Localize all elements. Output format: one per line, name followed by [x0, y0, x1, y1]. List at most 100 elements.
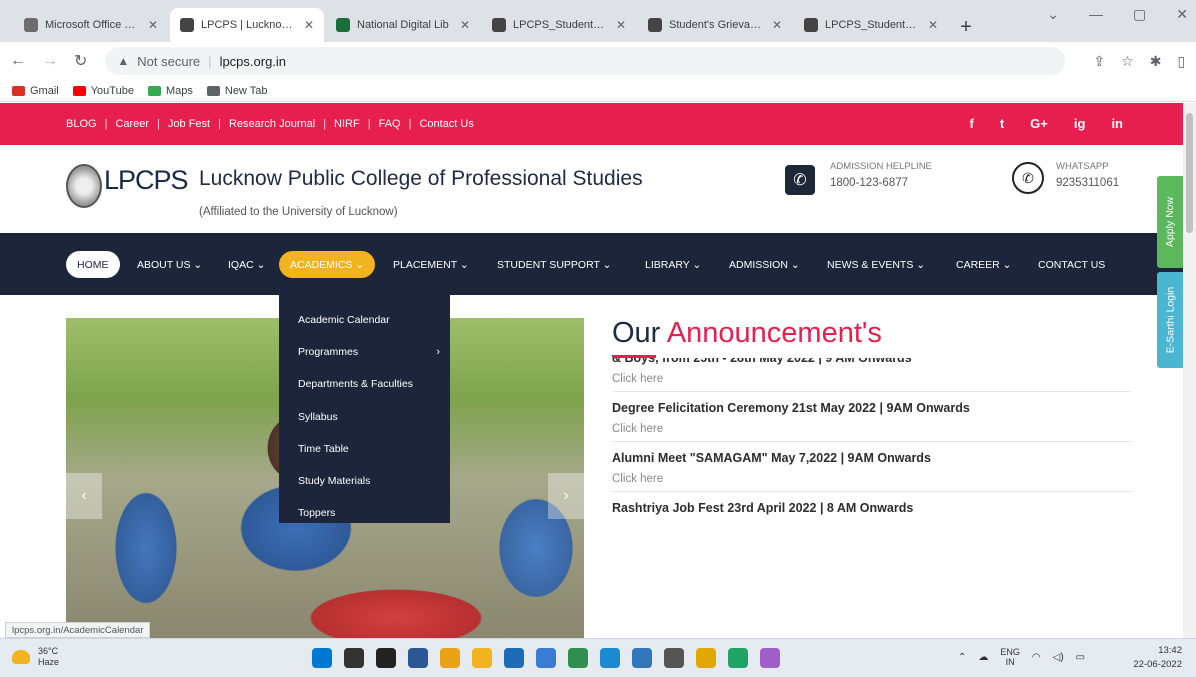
college-emblem-logo[interactable] — [66, 164, 102, 208]
tab-close-icon[interactable]: ✕ — [772, 18, 782, 32]
dropdown-item[interactable]: Syllabus — [279, 401, 450, 433]
page-scrollbar[interactable] — [1183, 103, 1196, 638]
dropdown-item[interactable]: Academic Calendar — [279, 304, 450, 336]
tab-close-icon[interactable]: ✕ — [928, 18, 938, 32]
dropdown-item[interactable]: Time Table — [279, 433, 450, 465]
slider-next-button[interactable]: › — [548, 473, 584, 519]
taskbar-app-icon[interactable] — [472, 648, 492, 668]
browser-tab[interactable]: Microsoft Office Ess ✕ — [14, 8, 168, 42]
browser-tab[interactable]: National Digital Lib ✕ — [326, 8, 480, 42]
nav-item[interactable]: LIBRARY ⌄ — [634, 251, 712, 278]
instagram-icon[interactable]: ig — [1074, 116, 1086, 131]
taskbar-app-icon[interactable] — [312, 648, 332, 668]
forward-icon[interactable]: → — [42, 52, 58, 70]
dropdown-item[interactable]: Programmes › — [279, 336, 450, 368]
back-icon[interactable]: ← — [10, 52, 26, 70]
taskbar-app-icon[interactable] — [536, 648, 556, 668]
maximize-icon[interactable]: ▢ — [1133, 6, 1146, 23]
nav-item[interactable]: HOME — [66, 251, 120, 278]
clock[interactable]: 13:42 22-06-2022 — [1133, 644, 1182, 672]
nav-item[interactable]: IQAC ⌄ — [217, 251, 276, 278]
nav-item[interactable]: ADMISSION ⌄ — [718, 251, 811, 278]
esarthi-login-button[interactable]: E-Sarthi Login — [1157, 272, 1183, 368]
taskbar-app-icon[interactable] — [344, 648, 364, 668]
taskbar-app-icon[interactable] — [696, 648, 716, 668]
top-link[interactable]: NIRF — [326, 118, 368, 130]
browser-tab[interactable]: LPCPS_Students_Fe ✕ — [482, 8, 636, 42]
bookmark-item[interactable]: Maps — [147, 85, 193, 97]
nav-item[interactable]: ABOUT US ⌄ — [126, 251, 213, 278]
slider-prev-button[interactable]: ‹ — [66, 473, 102, 519]
nav-item[interactable]: NEWS & EVENTS ⌄ — [816, 251, 936, 278]
announcement-title[interactable]: & Boys, from 25th - 28th May 2022 | 9 AM… — [612, 358, 1132, 369]
nav-item[interactable]: CONTACT US — [1027, 251, 1116, 278]
taskbar-app-icon[interactable] — [568, 648, 588, 668]
taskbar-app-icon[interactable] — [408, 648, 428, 668]
close-window-icon[interactable]: ✕ — [1176, 6, 1188, 23]
dropdown-item[interactable]: Toppers — [279, 497, 450, 529]
warning-icon[interactable]: ▲ — [117, 54, 129, 68]
taskbar-app-icon[interactable] — [440, 648, 460, 668]
taskbar-app-icon[interactable] — [760, 648, 780, 668]
minimize-icon[interactable]: — — [1089, 6, 1103, 23]
helpline-number[interactable]: 1800-123-6877 — [830, 177, 908, 189]
taskbar-app-icon[interactable] — [728, 648, 748, 668]
whatsapp-number[interactable]: 9235311061 — [1056, 177, 1119, 189]
taskbar-app-icon[interactable] — [600, 648, 620, 668]
tab-search-icon[interactable]: ⌄ — [1047, 6, 1059, 23]
weather-widget[interactable]: 36°C Haze — [12, 646, 59, 668]
top-link[interactable]: Career — [107, 118, 157, 130]
new-tab-button[interactable]: + — [952, 12, 980, 42]
address-bar[interactable]: ▲ Not secure | lpcps.org.in — [105, 47, 1066, 75]
announcements-list[interactable]: & Boys, from 25th - 28th May 2022 | 9 AM… — [612, 358, 1132, 518]
dropdown-item[interactable]: Study Materials — [279, 465, 450, 497]
announcement-link[interactable]: Click here — [612, 419, 1132, 442]
battery-icon[interactable]: ▭ — [1076, 652, 1085, 663]
twitter-icon[interactable]: t — [1000, 116, 1004, 131]
nav-item[interactable]: CAREER ⌄ — [945, 251, 1022, 278]
nav-item[interactable]: STUDENT SUPPORT ⌄ — [486, 251, 622, 278]
facebook-icon[interactable]: f — [969, 116, 973, 131]
extensions-icon[interactable]: ✱ — [1150, 53, 1162, 70]
tab-close-icon[interactable]: ✕ — [616, 18, 626, 32]
reload-icon[interactable]: ↻ — [74, 51, 87, 71]
bookmark-item[interactable]: YouTube — [72, 85, 134, 97]
language-indicator[interactable]: ENG IN — [1000, 647, 1020, 667]
wifi-icon[interactable]: ◠ — [1032, 652, 1041, 663]
announcement-link[interactable]: Click here — [612, 469, 1132, 492]
top-link[interactable]: Contact Us — [411, 118, 481, 130]
volume-icon[interactable]: ◁) — [1053, 652, 1064, 663]
browser-tab[interactable]: LPCPS_Students_Fe ✕ — [794, 8, 948, 42]
announcement-title[interactable]: Rashtriya Job Fest 23rd April 2022 | 8 A… — [612, 498, 1132, 518]
taskbar-app-icon[interactable] — [632, 648, 652, 668]
bookmark-star-icon[interactable]: ☆ — [1121, 53, 1134, 70]
scroll-thumb[interactable] — [1186, 113, 1193, 233]
bookmark-item[interactable]: Gmail — [12, 85, 59, 97]
tray-chevron-icon[interactable]: ⌃ — [958, 652, 966, 663]
top-link[interactable]: BLOG — [66, 118, 105, 130]
google-plus-icon[interactable]: G+ — [1030, 116, 1048, 131]
top-link[interactable]: Research Journal — [221, 118, 323, 130]
tab-close-icon[interactable]: ✕ — [148, 18, 158, 32]
sidepanel-icon[interactable]: ▯ — [1177, 53, 1185, 70]
browser-tab[interactable]: Student's Grievance ✕ — [638, 8, 792, 42]
logo-text[interactable]: LPCPS — [104, 165, 189, 196]
dropdown-item[interactable]: Departments & Faculties — [279, 368, 450, 400]
bookmark-item[interactable]: New Tab — [206, 85, 267, 97]
taskbar-app-icon[interactable] — [664, 648, 684, 668]
apply-now-button[interactable]: Apply Now — [1157, 176, 1183, 268]
onedrive-icon[interactable]: ☁ — [978, 652, 988, 663]
tab-close-icon[interactable]: ✕ — [304, 18, 314, 32]
taskbar-app-icon[interactable] — [376, 648, 396, 668]
nav-item[interactable]: ACADEMICS ⌄ — [279, 251, 376, 278]
announcement-title[interactable]: Alumni Meet "SAMAGAM" May 7,2022 | 9AM O… — [612, 448, 1132, 469]
top-link[interactable]: FAQ — [371, 118, 409, 130]
share-icon[interactable]: ⇪ — [1093, 53, 1105, 70]
announcement-link[interactable]: Click here — [612, 369, 1132, 392]
tab-close-icon[interactable]: ✕ — [460, 18, 470, 32]
nav-item[interactable]: PLACEMENT ⌄ — [382, 251, 480, 278]
announcement-title[interactable]: Degree Felicitation Ceremony 21st May 20… — [612, 398, 1132, 419]
top-link[interactable]: Job Fest — [160, 118, 218, 130]
linkedin-icon[interactable]: in — [1111, 116, 1123, 131]
taskbar-app-icon[interactable] — [504, 648, 524, 668]
